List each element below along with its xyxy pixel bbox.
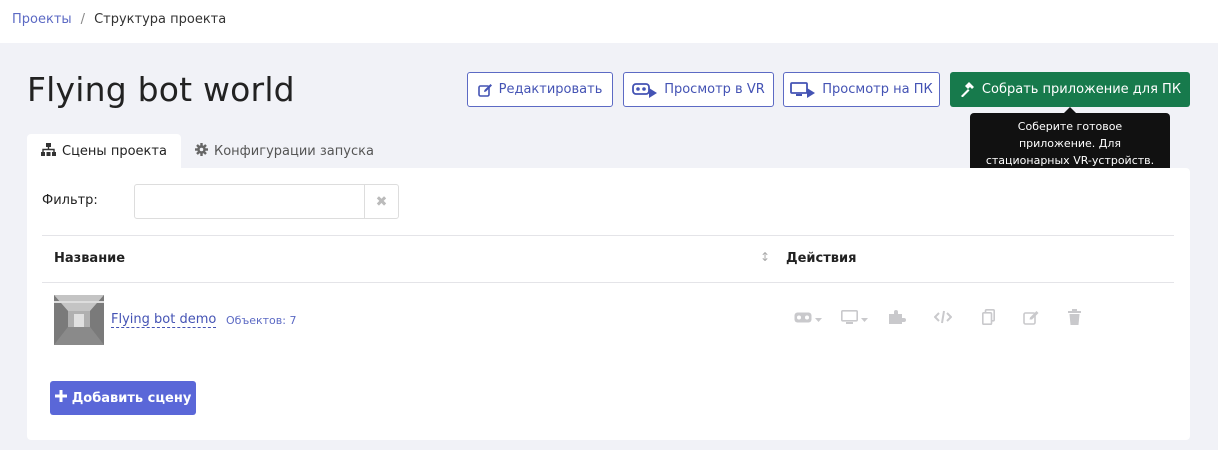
caret-down-icon — [815, 312, 822, 327]
filter-label: Фильтр: — [42, 193, 98, 208]
pc-preview-label: Просмотр на ПК — [822, 82, 933, 97]
column-header-actions: Действия — [786, 251, 857, 266]
table-header-divider — [42, 282, 1174, 283]
edit-button-label: Редактировать — [498, 82, 603, 97]
column-header-name: Название — [54, 251, 126, 266]
tab-launch-configs[interactable]: Конфигурации запуска — [181, 134, 388, 168]
filter-input[interactable] — [134, 184, 365, 219]
breadcrumb-separator: / — [80, 12, 86, 27]
caret-down-icon — [861, 312, 868, 327]
gear-icon — [195, 142, 208, 160]
build-app-button[interactable]: Собрать приложение для ПК — [950, 72, 1190, 107]
vr-headset-dropdown[interactable] — [794, 309, 822, 329]
trash-icon — [1068, 309, 1081, 329]
tab-launch-configs-label: Конфигурации запуска — [214, 143, 374, 159]
edit-icon — [477, 83, 493, 97]
vr-headset-play-icon — [632, 82, 658, 98]
add-scene-label: Добавить сцену — [71, 390, 192, 406]
monitor-play-icon — [790, 81, 816, 98]
breadcrumb: Проекты / Структура проекта — [12, 12, 226, 27]
copy-icon — [982, 309, 995, 329]
build-app-label: Собрать приложение для ПК — [981, 82, 1182, 97]
monitor-icon — [841, 309, 858, 329]
sitemap-icon — [41, 142, 56, 160]
delete-button[interactable] — [1068, 309, 1081, 329]
tab-scenes-label: Сцены проекта — [62, 143, 167, 159]
scene-object-count: Объектов: 7 — [226, 314, 297, 327]
vr-preview-label: Просмотр в VR — [664, 82, 765, 97]
close-icon: ✖ — [375, 193, 388, 210]
pc-preview-button[interactable]: Просмотр на ПК — [783, 72, 940, 107]
puzzle-button[interactable] — [888, 309, 906, 329]
scene-thumbnail[interactable] — [54, 295, 104, 345]
puzzle-icon — [888, 309, 906, 329]
copy-button[interactable] — [982, 309, 995, 329]
edit-icon — [1023, 310, 1040, 329]
build-tooltip: Соберите готовое приложение. Для стацион… — [970, 107, 1170, 175]
scene-name-link[interactable]: Flying bot demo — [111, 312, 217, 328]
monitor-dropdown[interactable] — [841, 309, 868, 329]
page-title: Flying bot world — [27, 70, 295, 109]
edit-button[interactable]: Редактировать — [467, 72, 613, 107]
sort-icon[interactable]: ↕ — [760, 250, 770, 264]
filter-clear-button[interactable]: ✖ — [364, 184, 399, 219]
tab-scenes[interactable]: Сцены проекта — [27, 134, 181, 168]
code-icon — [933, 310, 953, 328]
hammer-icon — [959, 82, 975, 97]
vr-preview-button[interactable]: Просмотр в VR — [623, 72, 774, 107]
plus-icon — [54, 390, 67, 406]
vr-headset-icon — [794, 312, 812, 327]
table-top-divider — [42, 235, 1174, 236]
edit-scene-button[interactable] — [1023, 309, 1040, 329]
add-scene-button[interactable]: Добавить сцену — [50, 381, 196, 415]
breadcrumb-projects-link[interactable]: Проекты — [12, 12, 72, 27]
code-button[interactable] — [933, 309, 953, 329]
breadcrumb-current: Структура проекта — [94, 12, 227, 27]
